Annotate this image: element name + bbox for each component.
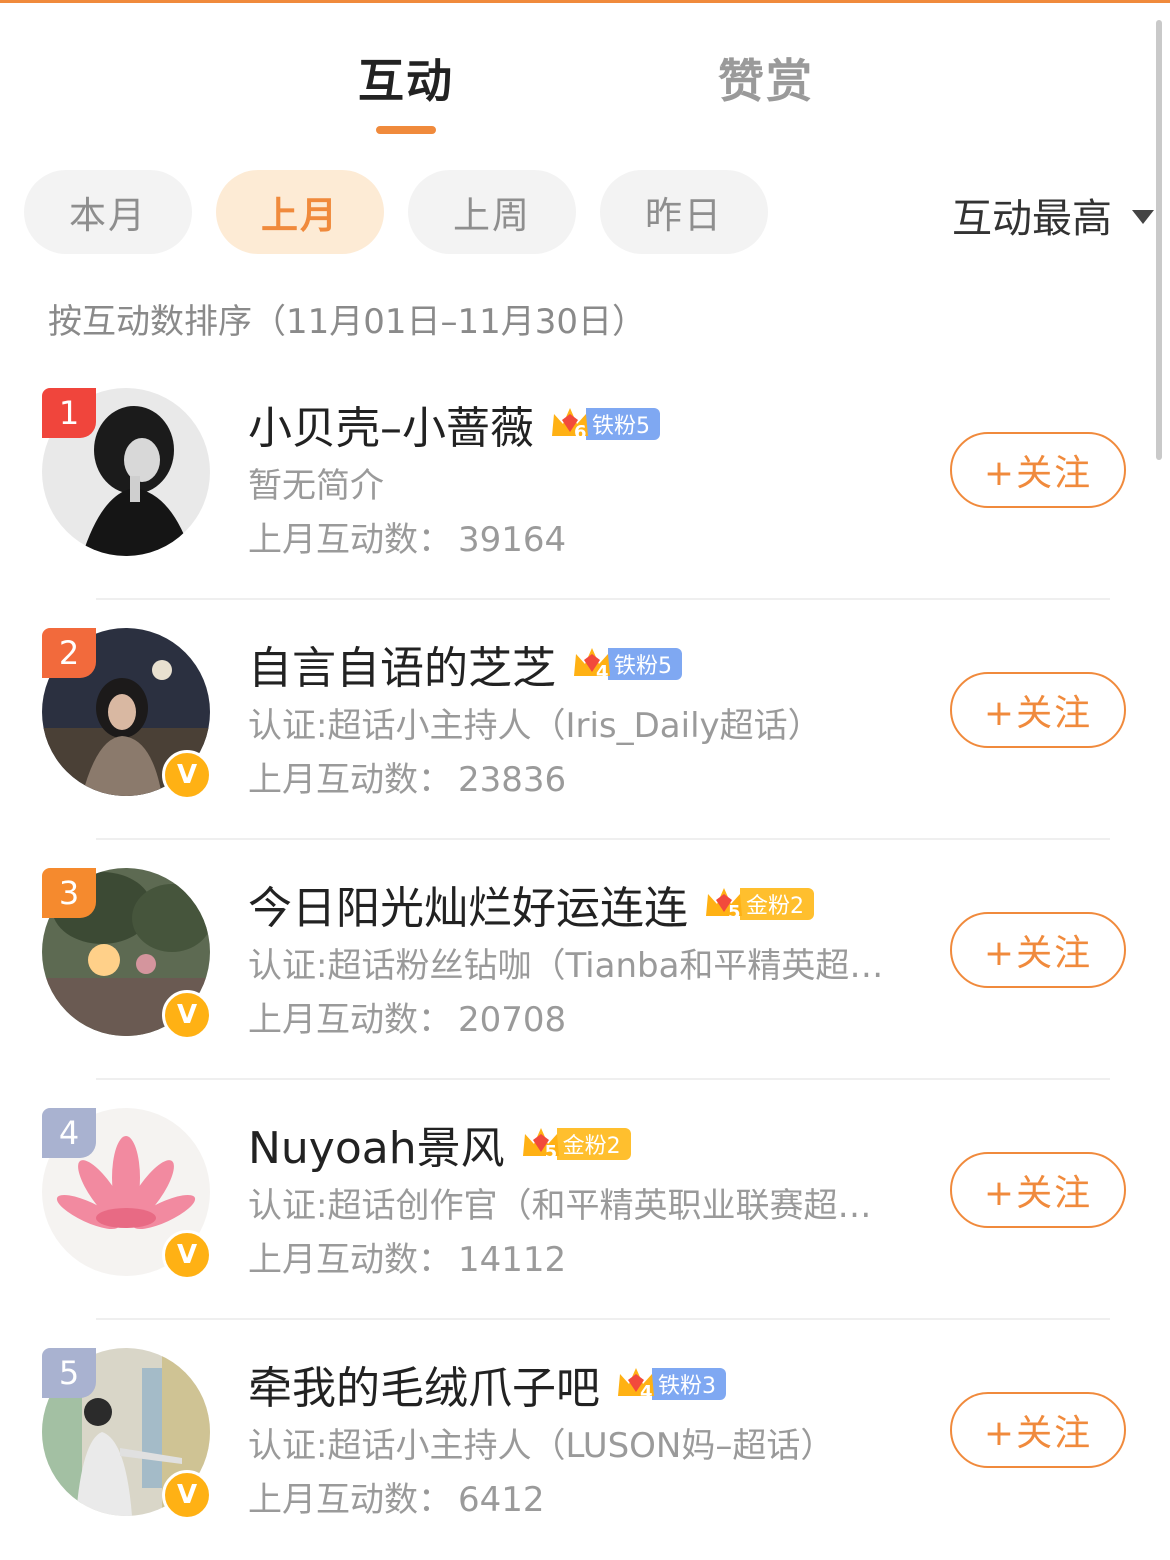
tab-interaction[interactable]: 互动 bbox=[358, 45, 454, 111]
sort-range-text: 按互动数排序（11月01日–11月30日） bbox=[48, 302, 647, 342]
stat-value: 20708 bbox=[458, 1000, 567, 1040]
follow-button[interactable]: +关注 bbox=[950, 672, 1126, 748]
user-name-line: 今日阳光灿烂好运连连 5 金粉2 bbox=[248, 872, 814, 936]
user-name: 今日阳光灿烂好运连连 bbox=[248, 883, 688, 934]
fan-level-label: 铁粉5 bbox=[608, 648, 682, 680]
list-item[interactable]: 3 V 今日阳光灿烂好运连连 5 金粉2 认证:超话粉丝钻咖（Tianba和平精… bbox=[0, 840, 1170, 1080]
tab-bar: 互动 赞赏 bbox=[0, 40, 1170, 140]
sort-dropdown[interactable]: 互动最高 bbox=[952, 186, 1154, 244]
stat-value: 6412 bbox=[458, 1480, 545, 1520]
verified-icon: V bbox=[162, 1470, 212, 1520]
user-name-line: 小贝壳–小蔷薇 6 铁粉5 bbox=[248, 392, 660, 456]
user-name-line: Nuyoah景风 5 金粉2 bbox=[248, 1112, 631, 1176]
stat-label: 上月互动数： bbox=[248, 760, 452, 800]
user-name: Nuyoah景风 bbox=[248, 1123, 505, 1174]
interaction-count: 上月互动数： 20708 bbox=[248, 992, 566, 1041]
interaction-count: 上月互动数： 23836 bbox=[248, 752, 566, 801]
crown-icon: 4 bbox=[570, 642, 614, 686]
user-name-line: 牵我的毛绒爪子吧 4 铁粉3 bbox=[248, 1352, 726, 1416]
verified-icon: V bbox=[162, 990, 212, 1040]
crown-icon: 5 bbox=[519, 1122, 563, 1166]
sort-dropdown-label: 互动最高 bbox=[952, 196, 1112, 242]
fan-badge: 6 铁粉5 bbox=[548, 405, 660, 443]
user-desc: 认证:超话小主持人（LUSON妈–超话） bbox=[248, 1426, 835, 1466]
caret-down-icon bbox=[1132, 210, 1154, 224]
filter-this-month[interactable]: 本月 bbox=[24, 170, 192, 254]
stat-value: 39164 bbox=[458, 520, 567, 560]
follow-button[interactable]: +关注 bbox=[950, 432, 1126, 508]
crown-icon: 5 bbox=[702, 882, 746, 926]
user-name: 自言自语的芝芝 bbox=[248, 643, 556, 694]
rank-badge: 3 bbox=[42, 868, 96, 918]
filter-last-week[interactable]: 上周 bbox=[408, 170, 576, 254]
stat-label: 上月互动数： bbox=[248, 1000, 452, 1040]
follow-button[interactable]: +关注 bbox=[950, 1392, 1126, 1468]
fan-level-label: 铁粉3 bbox=[652, 1368, 726, 1400]
user-desc: 认证:超话小主持人（Iris_Daily超话） bbox=[248, 706, 822, 746]
tab-active-indicator bbox=[376, 126, 436, 134]
fan-level-label: 铁粉5 bbox=[586, 408, 660, 440]
crown-icon: 6 bbox=[548, 402, 592, 446]
stat-label: 上月互动数： bbox=[248, 520, 452, 560]
follow-button[interactable]: +关注 bbox=[950, 912, 1126, 988]
fan-badge: 5 金粉2 bbox=[519, 1125, 631, 1163]
fan-level-label: 金粉2 bbox=[740, 888, 814, 920]
interaction-count: 上月互动数： 14112 bbox=[248, 1232, 566, 1281]
list-item[interactable]: 5 V 牵我的毛绒爪子吧 4 铁粉3 认证:超话小主持人（LUSON妈–超话） … bbox=[0, 1320, 1170, 1560]
fan-badge: 5 金粉2 bbox=[702, 885, 814, 923]
user-name: 牵我的毛绒爪子吧 bbox=[248, 1363, 600, 1414]
stat-value: 14112 bbox=[458, 1240, 567, 1280]
verified-icon: V bbox=[162, 1230, 212, 1280]
verified-icon: V bbox=[162, 750, 212, 800]
list-item[interactable]: 1 小贝壳–小蔷薇 6 铁粉5 暂无简介 上月互动数： 39164 +关注 bbox=[0, 360, 1170, 600]
user-desc: 认证:超话粉丝钻咖（Tianba和平精英超… bbox=[248, 946, 884, 986]
stat-label: 上月互动数： bbox=[248, 1240, 452, 1280]
interaction-count: 上月互动数： 39164 bbox=[248, 512, 566, 561]
user-desc: 认证:超话创作官（和平精英职业联赛超… bbox=[248, 1186, 872, 1226]
interaction-count: 上月互动数： 6412 bbox=[248, 1472, 545, 1521]
period-filter-bar: 本月 上月 上周 昨日 互动最高 bbox=[24, 170, 1154, 254]
user-name: 小贝壳–小蔷薇 bbox=[248, 403, 534, 454]
fan-badge: 4 铁粉3 bbox=[614, 1365, 726, 1403]
fan-level-label: 金粉2 bbox=[556, 1128, 631, 1160]
follow-button[interactable]: +关注 bbox=[950, 1152, 1126, 1228]
stat-label: 上月互动数： bbox=[248, 1480, 452, 1520]
rank-badge: 2 bbox=[42, 628, 96, 678]
stat-value: 23836 bbox=[458, 760, 567, 800]
filter-last-month[interactable]: 上月 bbox=[216, 170, 384, 254]
top-accent-line bbox=[0, 0, 1170, 3]
rank-badge: 4 bbox=[42, 1108, 96, 1158]
rank-badge: 1 bbox=[42, 388, 96, 438]
user-name-line: 自言自语的芝芝 4 铁粉5 bbox=[248, 632, 682, 696]
user-desc: 暂无简介 bbox=[248, 466, 384, 506]
list-item[interactable]: 2 V 自言自语的芝芝 4 铁粉5 认证:超话小主持人（Iris_Daily超话… bbox=[0, 600, 1170, 840]
fan-badge: 4 铁粉5 bbox=[570, 645, 682, 683]
filter-yesterday[interactable]: 昨日 bbox=[600, 170, 768, 254]
list-item[interactable]: 4 V Nuyoah景风 5 金粉2 认证:超话创作官（和平精英职业联赛超… 上… bbox=[0, 1080, 1170, 1320]
tab-reward[interactable]: 赞赏 bbox=[718, 45, 814, 111]
crown-icon: 4 bbox=[614, 1362, 658, 1406]
rank-badge: 5 bbox=[42, 1348, 96, 1398]
